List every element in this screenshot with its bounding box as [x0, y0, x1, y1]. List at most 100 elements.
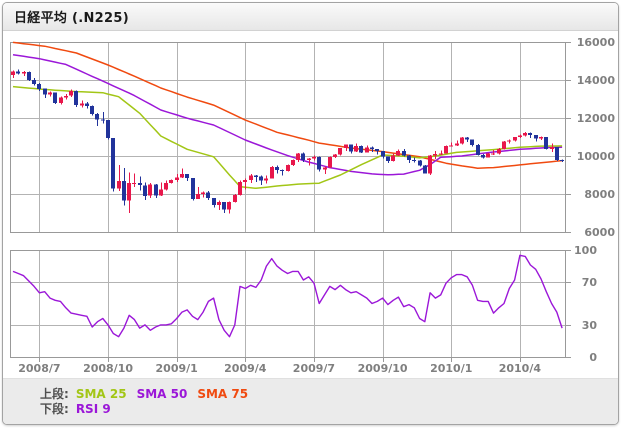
down-candle-body	[16, 71, 20, 74]
down-candle-body	[138, 182, 142, 186]
down-candle-body	[349, 144, 353, 152]
down-candle-body	[555, 147, 559, 161]
chart-canvas[interactable]: 2008/7 2008/10 2009/1 2009/4 2009/7 2009/10 20…	[3, 31, 618, 378]
up-candle-body	[238, 182, 242, 195]
down-candle-body	[386, 156, 390, 162]
up-candle-body	[169, 179, 173, 183]
up-candle-body	[539, 136, 543, 139]
x-tick-label: 2009/7	[293, 362, 335, 375]
down-candle-body	[101, 119, 105, 121]
x-tick-label: 2008/7	[18, 362, 60, 375]
rsi-line	[12, 254, 563, 338]
up-candle-body	[117, 180, 121, 189]
down-candle-body	[544, 136, 548, 149]
rsi-axis-labels: 100 70 30 0	[566, 244, 597, 364]
up-candle-body	[307, 158, 311, 160]
up-candle-body	[148, 184, 152, 196]
rsi-tick-label: 100	[574, 244, 597, 257]
x-axis-labels: 2008/7 2008/10 2009/1 2009/4 2009/7 2009/10 20…	[18, 362, 541, 375]
price-tick-label: 16000	[577, 36, 616, 49]
down-candle-body	[375, 149, 379, 151]
up-candle-body	[491, 153, 495, 155]
down-candle-body	[407, 155, 411, 160]
up-candle-body	[365, 147, 369, 153]
legend-upper-row: 上段: SMA 25 SMA 50 SMA 75	[40, 386, 618, 402]
up-candle-body	[433, 153, 437, 156]
down-candle-body	[528, 133, 532, 135]
price-tick-label: 8000	[584, 188, 615, 201]
down-candle-body	[43, 88, 47, 95]
down-candle-body	[32, 79, 36, 84]
price-tick-label: 10000	[577, 150, 616, 163]
down-candle-body	[212, 198, 216, 206]
up-candle-body	[196, 194, 200, 199]
up-candle-body	[69, 90, 73, 96]
up-candle-body	[354, 145, 358, 152]
down-candle-body	[481, 154, 485, 158]
x-tick-label: 2010/1	[430, 362, 472, 375]
rsi-tick-label: 0	[589, 351, 597, 364]
down-candle-body	[27, 71, 31, 80]
up-candle-body	[48, 92, 52, 95]
down-candle-body	[111, 138, 115, 189]
up-candle-body	[391, 155, 395, 162]
up-candle-body	[497, 149, 501, 154]
up-candle-body	[132, 182, 136, 184]
up-candle-body	[523, 133, 527, 136]
down-candle-body	[359, 145, 363, 153]
down-candle-body	[275, 166, 279, 170]
down-candle-body	[222, 202, 226, 210]
up-candle-body	[449, 145, 453, 147]
up-candle-body	[507, 140, 511, 142]
chart-title: 日経平均 (.N225)	[14, 11, 129, 26]
down-candle-body	[381, 151, 385, 157]
x-tick-label: 2009/10	[358, 362, 408, 375]
up-candle-body	[217, 202, 221, 206]
price-panel[interactable]	[10, 42, 566, 233]
up-candle-body	[175, 177, 179, 180]
up-candle-body	[328, 157, 332, 168]
up-candle-body	[11, 71, 15, 76]
down-candle-body	[185, 174, 189, 179]
down-candle-body	[95, 114, 99, 120]
up-candle-body	[312, 156, 316, 159]
up-candle-body	[550, 147, 554, 150]
down-candle-body	[412, 160, 416, 161]
up-candle-body	[80, 103, 84, 106]
up-candle-body	[502, 141, 506, 149]
up-candle-body	[338, 148, 342, 155]
down-candle-body	[85, 103, 89, 107]
down-candle-body	[154, 184, 158, 196]
up-candle-body	[243, 179, 247, 183]
down-candle-body	[90, 106, 94, 114]
up-candle-body	[270, 166, 274, 179]
gridlines	[10, 42, 565, 362]
up-candle-body	[64, 95, 68, 98]
price-tick-label: 14000	[577, 74, 616, 87]
rsi-tick-label: 70	[582, 276, 598, 289]
up-candle-body	[249, 175, 253, 180]
up-candle-body	[486, 153, 490, 158]
down-candle-body	[418, 160, 422, 166]
up-candle-body	[59, 97, 63, 103]
price-axis-labels: 16000 14000 12000 10000 8000 6000	[566, 36, 615, 239]
x-tick-label: 2010/4	[499, 362, 542, 375]
price-tick-label: 12000	[577, 112, 616, 125]
up-candle-body	[180, 174, 184, 178]
down-candle-body	[534, 135, 538, 139]
up-candle-body	[127, 183, 131, 201]
up-candle-body	[333, 154, 337, 157]
x-tick-label: 2009/1	[156, 362, 198, 375]
chart-widget: 日経平均 (.N225) 2008/7 2008/10 2009/1 2009/4 20…	[2, 2, 619, 425]
down-candle-body	[206, 192, 210, 199]
down-candle-body	[317, 156, 321, 170]
title-bar: 日経平均 (.N225)	[3, 3, 618, 31]
rsi-panel[interactable]	[10, 250, 566, 358]
x-tick-label: 2008/10	[83, 362, 133, 375]
down-candle-body	[370, 147, 374, 149]
rsi-tick-label: 30	[582, 319, 598, 332]
down-candle-body	[191, 178, 195, 199]
down-candle-body	[470, 139, 474, 145]
down-candle-body	[259, 176, 263, 181]
down-candle-body	[476, 144, 480, 155]
